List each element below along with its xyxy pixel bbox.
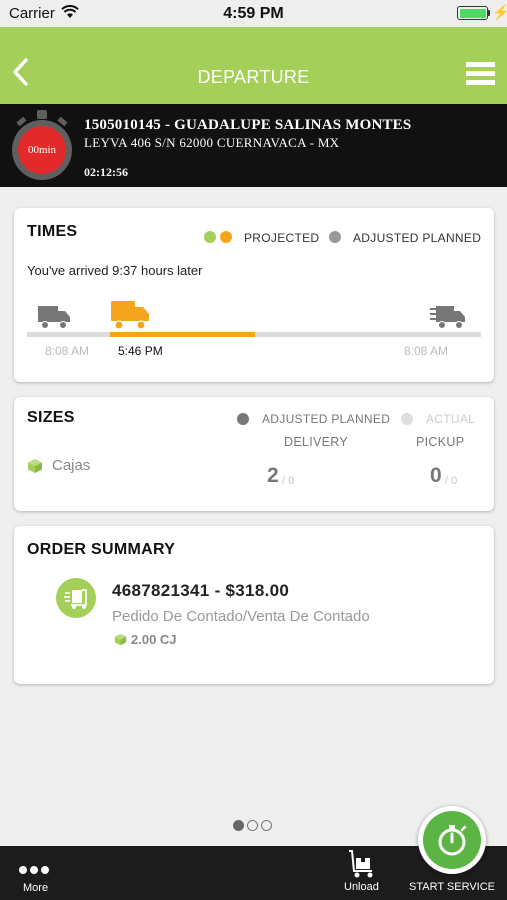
adjusted-dot [237, 413, 249, 425]
battery-icon [457, 6, 488, 20]
projected-dot-orange [220, 231, 232, 243]
order-summary-title: ORDER SUMMARY [27, 541, 176, 558]
pickup-total: / 0 [445, 475, 458, 487]
legend-projected: PROJECTED [244, 231, 320, 245]
sizes-card: SIZES ADJUSTED PLANNED ACTUAL DELIVERY P… [14, 397, 494, 511]
truck-start-icon [38, 306, 70, 329]
status-bar: Carrier 4:59 PM ⚡ [0, 0, 507, 27]
page-dot-1[interactable] [233, 820, 244, 831]
page-dot-2[interactable] [247, 820, 258, 831]
hamburger-menu-icon[interactable] [466, 62, 495, 86]
order-quantity: 2.00 CJ [131, 632, 177, 647]
elapsed-time: 02:12:56 [84, 165, 128, 179]
start-service-label[interactable]: START SERVICE [409, 881, 495, 893]
truck-current-icon [111, 301, 149, 330]
actual-dot [401, 413, 413, 425]
page-indicator[interactable] [233, 820, 272, 832]
sizes-title: SIZES [27, 409, 75, 426]
order-summary-card[interactable]: ORDER SUMMARY 4687821341 - $318.00 Pedid… [14, 526, 494, 684]
stopwatch-icon: 00min [12, 110, 72, 180]
start-service-button[interactable] [418, 806, 486, 874]
adjusted-dot [329, 231, 341, 243]
charging-icon: ⚡ [492, 4, 507, 20]
more-label[interactable]: More [23, 882, 48, 894]
battery-tip [488, 10, 490, 16]
status-time: 4:59 PM [223, 5, 284, 22]
page-dot-3[interactable] [261, 820, 272, 831]
customer-title: 1505010145 - GUADALUPE SALINAS MONTES [84, 117, 412, 133]
unload-icon[interactable] [345, 849, 377, 879]
delivery-header: DELIVERY [284, 435, 349, 449]
order-number: 4687821341 - $318.00 [112, 581, 290, 600]
item-label: Cajas [52, 457, 91, 474]
delivery-value: 2 [267, 464, 279, 487]
more-icon[interactable] [19, 861, 52, 879]
legend-adjusted: ADJUSTED PLANNED [353, 231, 482, 245]
legend-actual: ACTUAL [426, 412, 476, 426]
truck-end-icon [430, 306, 465, 329]
box-icon [28, 459, 42, 473]
pickup-header: PICKUP [416, 435, 465, 449]
trip-header: 00min 1505010145 - GUADALUPE SALINAS MON… [0, 104, 507, 187]
start-time: 8:08 AM [45, 344, 90, 358]
unload-label[interactable]: Unload [344, 881, 379, 893]
times-title: TIMES [27, 223, 78, 240]
delivery-cart-icon [56, 578, 96, 618]
legend-adjusted: ADJUSTED PLANNED [262, 412, 391, 426]
pickup-value: 0 [430, 464, 442, 487]
timeline-progress [110, 332, 255, 337]
stopwatch-icon [438, 825, 467, 856]
box-icon [114, 633, 127, 646]
customer-address: LEYVA 406 S/N 62000 CUERNAVACA - MX [84, 135, 340, 150]
page-title: DEPARTURE [197, 67, 310, 87]
projected-dot-green [204, 231, 216, 243]
nav-bar: DEPARTURE [0, 27, 507, 104]
order-description: Pedido De Contado/Venta De Contado [112, 608, 370, 625]
timer-value: 00min [18, 126, 66, 174]
times-card: TIMES PROJECTED ADJUSTED PLANNED You've … [14, 208, 494, 382]
delivery-total: / 0 [282, 475, 295, 487]
current-time: 5:46 PM [118, 344, 163, 358]
end-time: 8:08 AM [404, 344, 449, 358]
arrival-delay-text: You've arrived 9:37 hours later [27, 263, 203, 278]
